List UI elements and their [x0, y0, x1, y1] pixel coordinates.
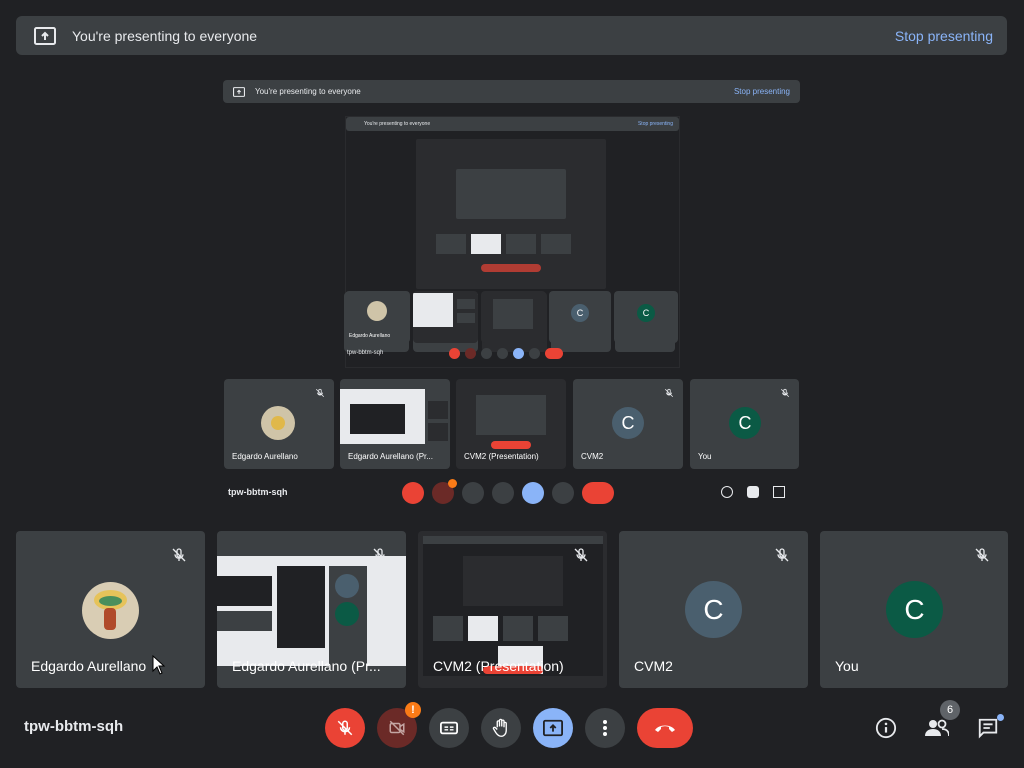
participant-tile-cvm2[interactable]: C CVM2 [619, 531, 808, 688]
participant-tile-edgardo[interactable]: Edgardo Aurellano [16, 531, 205, 688]
nested1-tile-photo: Edgardo Aurellano [345, 291, 410, 343]
call-controls: ! [325, 702, 693, 748]
stage-tile-edgardo-screen: Edgardo Aurellano (Pr... [340, 379, 450, 469]
nested-banner: You're presenting to everyone Stop prese… [223, 80, 800, 103]
mic-off-icon [663, 387, 675, 399]
participant-tile-you[interactable]: C You [820, 531, 1008, 688]
stage-tile-name: Edgardo Aurellano (Pr... [348, 452, 433, 461]
nested1-tile-you: C [614, 291, 678, 343]
camera-off-icon [389, 720, 405, 736]
stop-presenting-button[interactable]: Stop presenting [895, 28, 993, 44]
hang-up-icon [655, 725, 675, 732]
stage-tile-edgardo: Edgardo Aurellano [224, 379, 334, 469]
raise-hand-button[interactable] [481, 708, 521, 748]
nested-stop-presenting: Stop presenting [733, 87, 790, 96]
more-options-button[interactable] [585, 708, 625, 748]
present-screen-icon [34, 26, 56, 45]
mic-off-icon [337, 720, 353, 736]
stage-tile-name: CVM2 [581, 452, 604, 461]
chat-notification-dot [997, 714, 1004, 721]
info-icon [875, 717, 897, 739]
mouse-cursor-icon [152, 655, 166, 675]
avatar-initial: C [612, 407, 644, 439]
captions-button[interactable] [429, 708, 469, 748]
avatar-initial: C [729, 407, 761, 439]
meeting-details-button[interactable] [874, 714, 898, 742]
avatar-photo [82, 582, 139, 639]
mic-off-icon [779, 387, 791, 399]
nested-screen-level-3 [416, 139, 606, 289]
nested-banner-2: You're presenting to everyone Stop prese… [346, 117, 679, 131]
present-screen-icon [543, 719, 563, 737]
participant-tile-cvm2-presentation[interactable]: CVM2 (Presentation) [418, 531, 607, 688]
avatar-initial: C [886, 581, 943, 638]
camera-toggle-button[interactable]: ! [377, 702, 421, 748]
participant-name: CVM2 [634, 658, 673, 674]
stage-tile-name: Edgardo Aurellano [232, 452, 298, 461]
mic-off-icon [169, 545, 189, 565]
shared-screen-view: You're presenting to everyone Stop prese… [223, 80, 800, 508]
mic-off-icon [772, 545, 792, 565]
meeting-code: tpw-bbtm-sqh [24, 718, 124, 735]
screen-share-thumbnail [217, 556, 406, 666]
nested1-tile-cvm2: C [549, 291, 611, 343]
mic-toggle-button[interactable] [325, 708, 365, 748]
nested1-tile-screen-1 [413, 291, 478, 343]
nested-stop-2: Stop presenting [637, 121, 673, 127]
avatar-photo [261, 406, 295, 440]
stage-meeting-code: tpw-bbtm-sqh [228, 487, 288, 497]
mic-off-icon [370, 545, 390, 565]
nested1-meeting-code: tpw-bbtm-sqh [347, 350, 384, 356]
nested-banner-2-text: You're presenting to everyone [364, 121, 431, 127]
captions-icon [440, 721, 458, 735]
participant-count-badge: 6 [940, 700, 960, 720]
camera-alert-badge: ! [405, 702, 421, 718]
stage-tile-name: You [698, 452, 712, 461]
stage-tile-cvm2: C CVM2 [573, 379, 683, 469]
present-screen-icon [233, 86, 245, 97]
stage-tile-you: C You [690, 379, 799, 469]
chat-icon [978, 718, 998, 739]
leave-call-button[interactable] [637, 708, 693, 748]
nested1-controls [449, 348, 563, 359]
stage-controls [402, 479, 614, 504]
mic-off-icon [972, 545, 992, 565]
stage-tile-name: CVM2 (Presentation) [464, 452, 539, 461]
nested-banner-text: You're presenting to everyone [255, 87, 361, 96]
people-icon [925, 719, 949, 737]
stage-right-icons [721, 486, 785, 498]
participant-name: You [835, 658, 859, 674]
mic-off-icon [314, 387, 326, 399]
avatar-initial: C [685, 581, 742, 638]
hand-icon [492, 718, 507, 737]
participant-name: Edgardo Aurellano [31, 658, 147, 674]
nested1-tile-screen-2 [481, 291, 546, 343]
participant-tile-edgardo-presentation[interactable]: Edgardo Aurellano (Pr... [217, 531, 406, 688]
chat-button[interactable] [976, 714, 1004, 742]
participants-button[interactable]: 6 [924, 700, 960, 742]
present-button[interactable] [533, 708, 573, 748]
mic-off-icon [571, 545, 591, 565]
participant-name: CVM2 (Presentation) [433, 658, 564, 674]
presenting-text: You're presenting to everyone [72, 27, 258, 44]
participant-name: Edgardo Aurellano (Pr... [232, 658, 381, 674]
more-vert-icon [603, 720, 607, 736]
presenting-banner: You're presenting to everyone Stop prese… [16, 16, 1007, 55]
stage-tile-cvm2-presentation: CVM2 (Presentation) [456, 379, 566, 469]
meeting-tools: 6 [874, 700, 1004, 742]
